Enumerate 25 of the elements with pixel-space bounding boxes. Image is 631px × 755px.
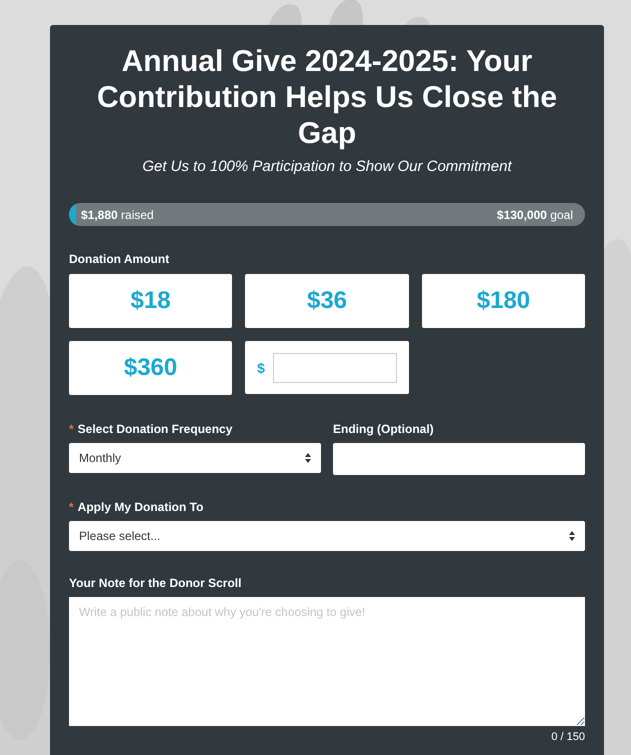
required-mark: * [69, 500, 74, 514]
field-label: Your Note for the Donor Scroll [69, 576, 242, 590]
sort-arrows-icon [569, 531, 575, 541]
character-counter: 0 / 150 [550, 731, 585, 743]
goal-amount: $130,000 goal [496, 208, 573, 222]
custom-amount-box[interactable]: $ [245, 341, 409, 394]
required-mark: * [69, 422, 74, 436]
raised-amount: $1,880 raised [81, 208, 154, 222]
amount-button[interactable]: $36 [245, 274, 409, 328]
note-textarea[interactable]: Write a public note about why you're choosing to give! [69, 597, 585, 726]
amount-button[interactable]: $360 [69, 341, 232, 395]
select-field[interactable]: Please select... [69, 521, 585, 551]
select-field[interactable]: Monthly [69, 443, 321, 473]
form-title: Annual Give 2024-2025: Your Contribution Helps Us Close the Gap [96, 44, 558, 152]
amount-button[interactable]: $180 [422, 274, 585, 328]
field-label: Apply My Donation To [78, 500, 204, 514]
field-label: Donation Amount [69, 252, 170, 266]
form-subtitle: Get Us to 100% Participation to Show Our Commitment [141, 158, 514, 175]
field-label: Select Donation Frequency [78, 422, 232, 436]
currency-sign: $ [257, 360, 265, 376]
amount-input[interactable] [272, 352, 397, 382]
sort-arrows-icon [305, 453, 311, 463]
amount-button[interactable]: $18 [69, 274, 232, 328]
field-label: Ending (Optional) [333, 422, 434, 436]
ending-input[interactable] [333, 443, 585, 475]
